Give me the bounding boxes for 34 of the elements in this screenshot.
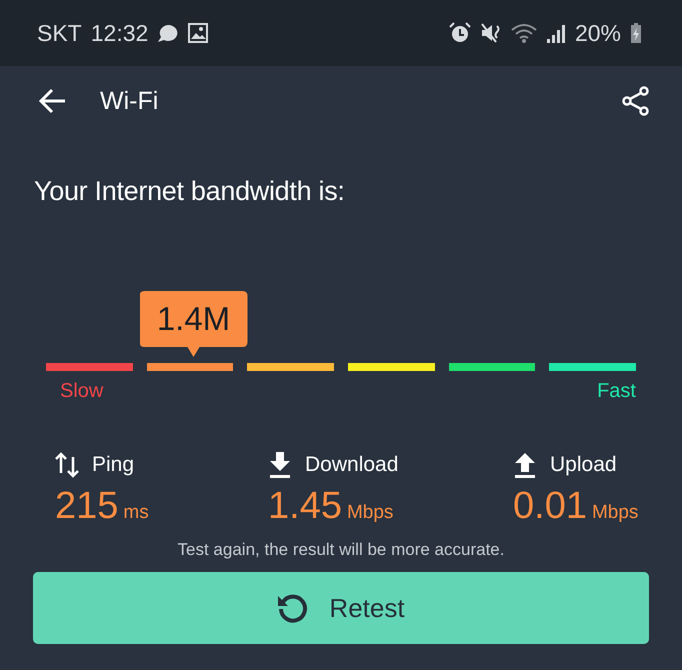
metric-value: 1.45 xyxy=(268,485,342,528)
refresh-icon xyxy=(277,592,310,624)
fast-label: Fast xyxy=(597,380,636,403)
clock-time: 12:32 xyxy=(90,20,148,46)
metric-unit: Mbps xyxy=(592,502,638,524)
wifi-icon xyxy=(510,22,537,44)
battery-percent: 20% xyxy=(574,20,621,46)
share-button[interactable] xyxy=(622,86,650,116)
back-arrow-icon xyxy=(38,88,66,114)
screen-title: Wi-Fi xyxy=(100,86,160,116)
image-icon xyxy=(188,23,208,43)
metric-unit: Mbps xyxy=(346,502,394,524)
metric-value: 215 xyxy=(55,485,118,528)
alarm-icon xyxy=(448,22,471,44)
speed-reading-tooltip: 1.4M xyxy=(140,291,248,357)
slow-label: Slow xyxy=(60,380,104,403)
upload-icon xyxy=(513,451,537,479)
mute-icon xyxy=(480,22,502,44)
metric-label: Ping xyxy=(92,453,134,477)
carrier-name: SKT xyxy=(37,20,82,46)
up-down-arrows-icon xyxy=(55,451,79,479)
retest-button[interactable]: Retest xyxy=(33,572,649,644)
metric-value: 0.01 xyxy=(513,485,587,528)
bandwidth-heading: Your Internet bandwidth is: xyxy=(34,176,346,208)
metric-label: Download xyxy=(305,453,398,477)
back-button[interactable] xyxy=(38,88,66,114)
share-icon xyxy=(622,86,650,116)
metric-label: Upload xyxy=(550,453,617,477)
accuracy-hint: Test again, the result will be more accurate. xyxy=(176,540,506,560)
signal-icon xyxy=(546,22,566,44)
battery-icon xyxy=(630,22,642,44)
chat-bubble-icon xyxy=(157,23,180,43)
download-icon xyxy=(268,451,292,479)
metric-unit: ms xyxy=(123,502,149,524)
